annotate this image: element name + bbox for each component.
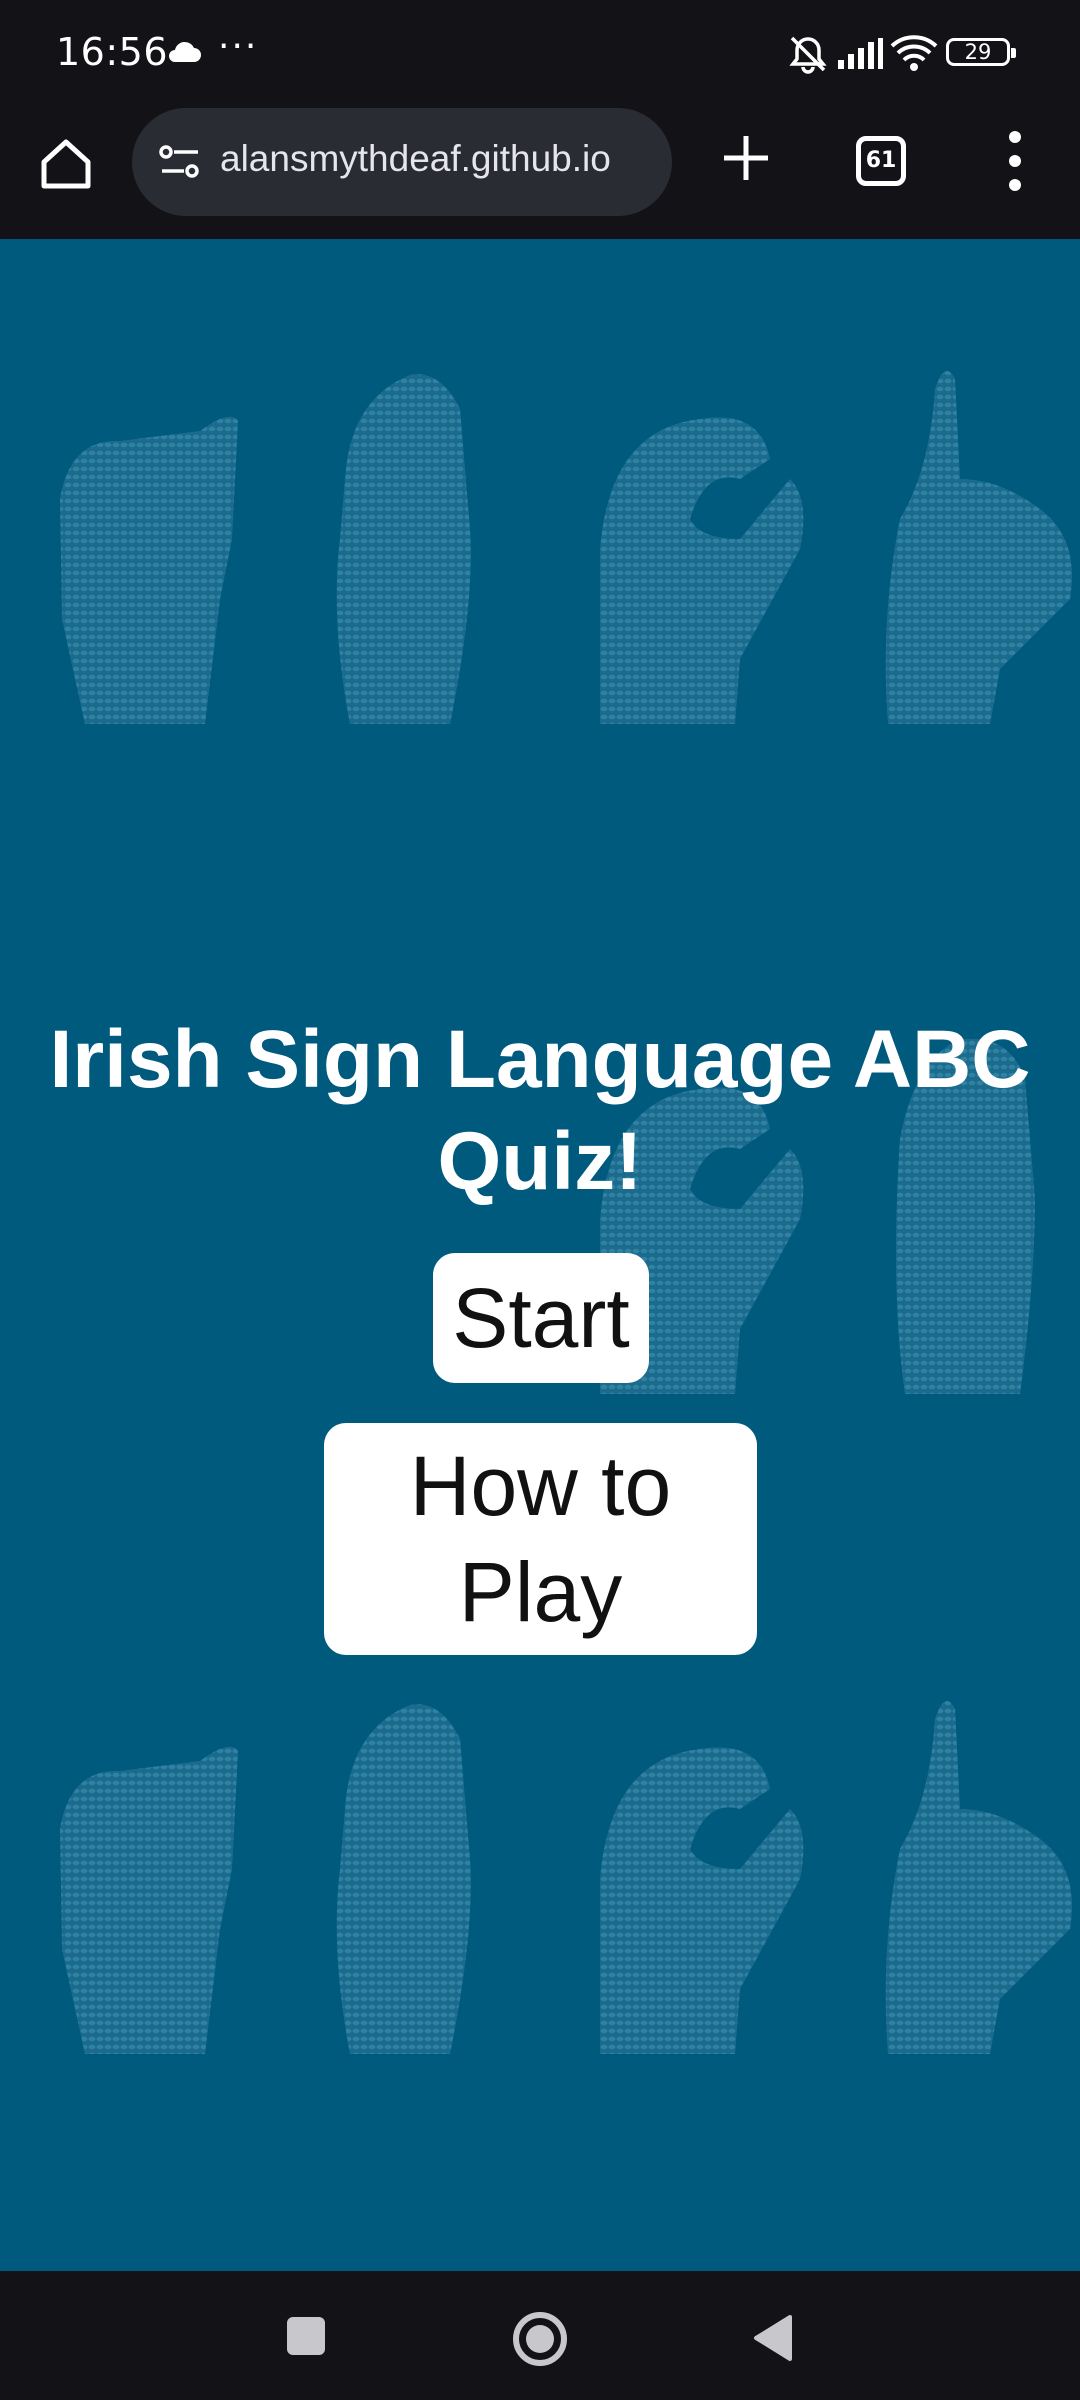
hand-sign-c-icon (600, 1747, 804, 2054)
url-text[interactable]: alansmythdeaf.github.io (220, 138, 611, 180)
hand-sign-b-icon (336, 374, 471, 724)
hand-signs-top (60, 371, 1072, 724)
start-button[interactable]: Start (433, 1253, 649, 1383)
battery-icon: 29 (946, 38, 1016, 66)
tabs-icon[interactable]: 61 (856, 136, 906, 186)
hand-signs-bottom (60, 1701, 1072, 2054)
home-icon[interactable] (510, 2309, 570, 2369)
hand-sign-c-icon (600, 417, 804, 724)
signal-icon (838, 38, 883, 69)
browser-toolbar: alansmythdeaf.github.io 61 (0, 108, 1080, 347)
wifi-icon (890, 35, 938, 71)
status-bar: 16:56 ··· 29 (0, 0, 1080, 108)
cloud-icon (169, 41, 201, 62)
hand-sign-a-icon (60, 416, 238, 724)
hand-sign-a-icon (60, 1746, 238, 2054)
mute-icon (789, 36, 827, 74)
how-to-play-button[interactable]: How to Play (324, 1423, 757, 1655)
page-content: Irish Sign Language ABC Quiz! Start How … (0, 239, 1080, 2271)
back-icon[interactable] (750, 2313, 794, 2363)
hand-sign-d-icon (885, 371, 1072, 724)
status-overflow: ··· (218, 26, 259, 67)
site-settings-icon[interactable] (158, 144, 202, 180)
page-title: Irish Sign Language ABC Quiz! (49, 1014, 1031, 1207)
menu-icon[interactable] (1000, 128, 1030, 194)
system-nav-bar (0, 2271, 1080, 2400)
hand-sign-b-icon (336, 1704, 471, 2054)
battery-level: 29 (964, 40, 992, 64)
status-time: 16:56 (56, 30, 169, 74)
address-bar[interactable]: alansmythdeaf.github.io (132, 108, 672, 216)
home-icon[interactable] (36, 134, 96, 194)
hand-sign-d-icon (885, 1701, 1072, 2054)
new-tab-icon[interactable] (716, 128, 776, 188)
recents-icon[interactable] (287, 2317, 325, 2355)
